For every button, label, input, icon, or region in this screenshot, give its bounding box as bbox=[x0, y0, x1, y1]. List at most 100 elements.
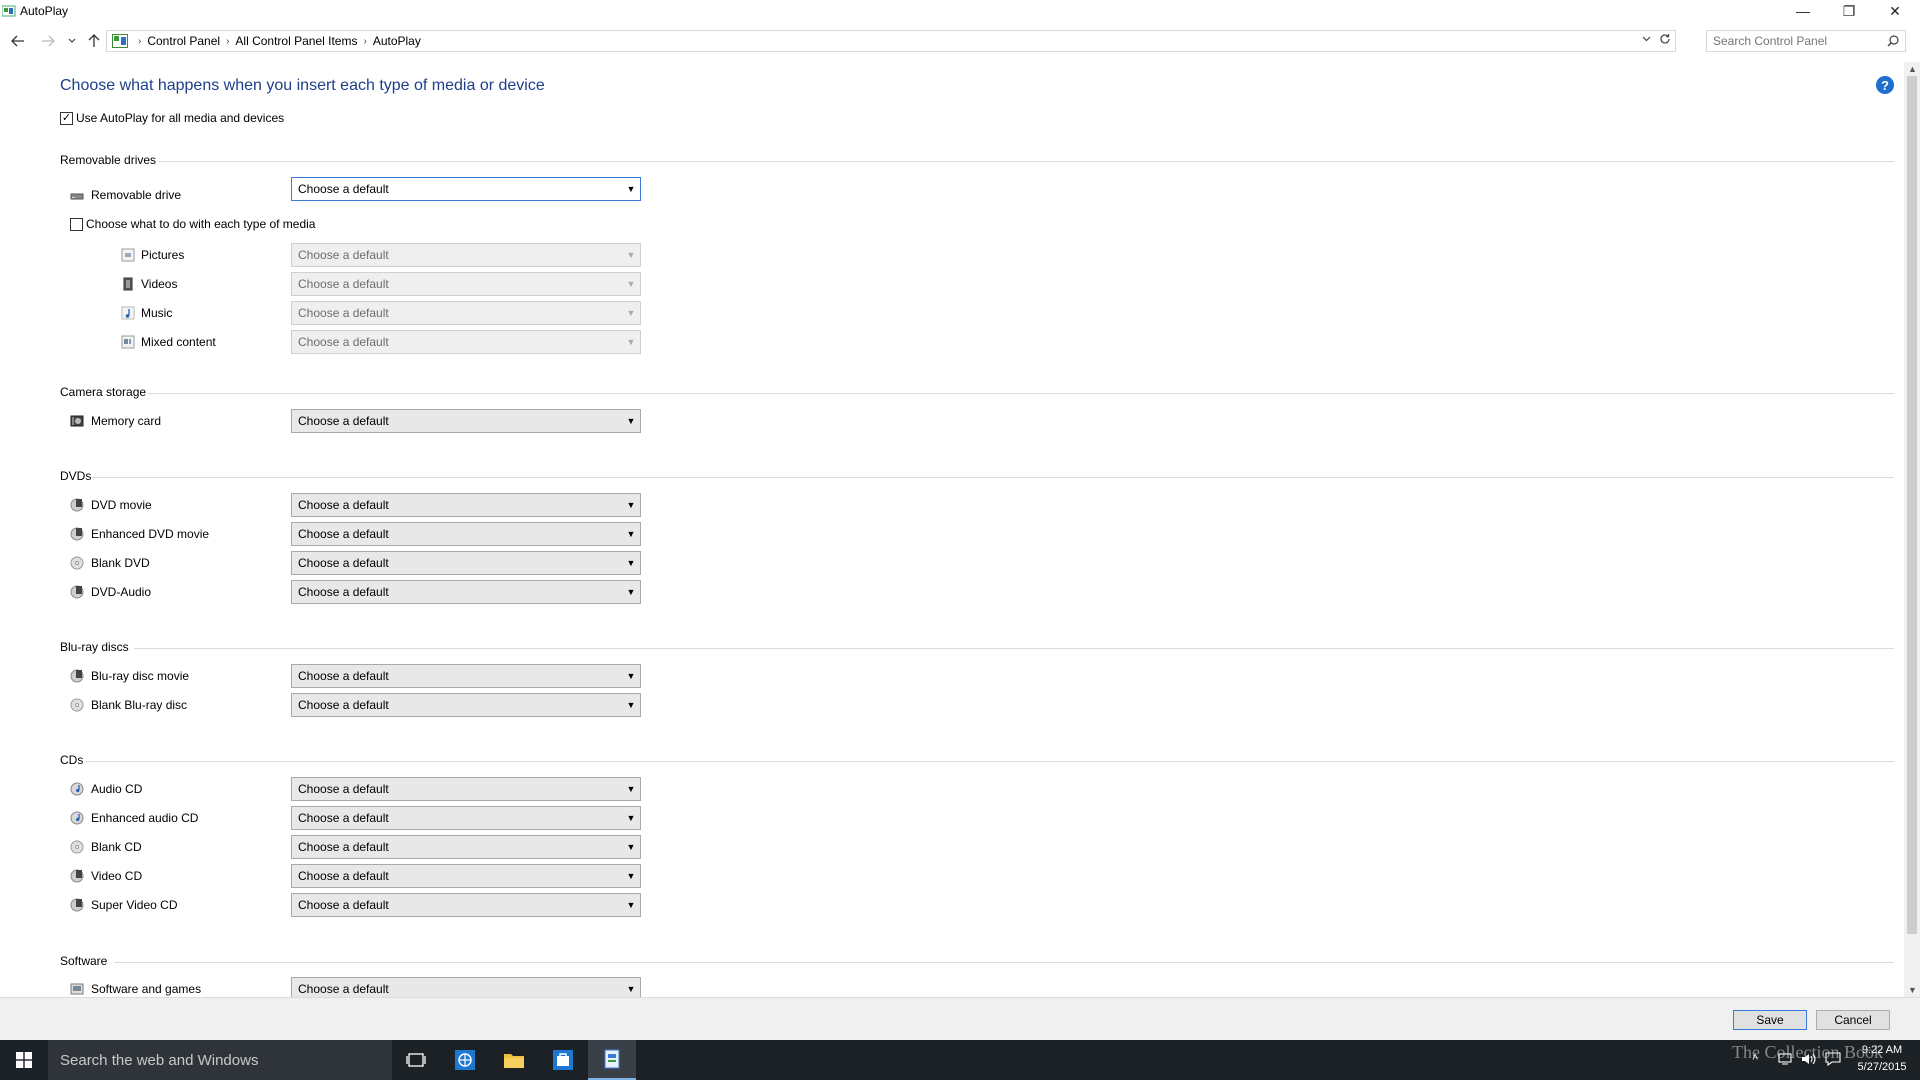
dvd-audio-select[interactable]: Choose a default ▼ bbox=[291, 580, 641, 604]
button-bar: Save Cancel bbox=[0, 997, 1920, 1040]
folder-icon bbox=[504, 1054, 524, 1068]
taskbar-file-explorer[interactable] bbox=[490, 1040, 538, 1080]
address-row: › Control Panel › All Control Panel Item… bbox=[0, 28, 1920, 54]
blank-bluray-label: Blank Blu-ray disc bbox=[91, 698, 188, 712]
up-button[interactable] bbox=[84, 31, 104, 51]
minimize-icon: — bbox=[1796, 3, 1810, 19]
enhanced-audio-cd-label: Enhanced audio CD bbox=[91, 811, 199, 825]
taskbar-control-panel[interactable] bbox=[588, 1040, 636, 1080]
blank-cd-select[interactable]: Choose a default ▼ bbox=[291, 835, 641, 859]
breadcrumb-separator-icon: › bbox=[226, 35, 230, 47]
search-input[interactable] bbox=[1707, 34, 1877, 48]
enhanced-audio-cd-select[interactable]: Choose a default ▼ bbox=[291, 806, 641, 830]
use-autoplay-checkbox[interactable]: ✓ bbox=[60, 112, 73, 125]
start-button[interactable] bbox=[0, 1040, 48, 1080]
title-bar: AutoPlay — ❐ ✕ bbox=[0, 0, 1920, 22]
videos-select[interactable]: Choose a default ▼ bbox=[291, 272, 641, 296]
chevron-down-icon: ▼ bbox=[626, 587, 636, 597]
chevron-down-icon: ▼ bbox=[626, 700, 636, 710]
blank-dvd-select[interactable]: Choose a default ▼ bbox=[291, 551, 641, 575]
dvd-movie-select[interactable]: Choose a default ▼ bbox=[291, 493, 641, 517]
memory-card-select[interactable]: Choose a default ▼ bbox=[291, 409, 641, 433]
address-bar[interactable]: › Control Panel › All Control Panel Item… bbox=[106, 30, 1676, 52]
memory-card-label: Memory card bbox=[91, 414, 162, 428]
taskbar: Search the web and Windows ˄ 9:22 AM 5/2… bbox=[0, 1040, 1920, 1080]
taskbar-browser[interactable] bbox=[441, 1040, 489, 1080]
scroll-down-icon[interactable]: ▼ bbox=[1908, 985, 1917, 995]
select-value: Choose a default bbox=[298, 898, 389, 912]
vertical-scrollbar[interactable]: ▲ ▼ bbox=[1904, 62, 1920, 997]
super-video-cd-select[interactable]: Choose a default ▼ bbox=[291, 893, 641, 917]
breadcrumb-control-panel[interactable]: Control Panel bbox=[143, 34, 224, 48]
music-select[interactable]: Choose a default ▼ bbox=[291, 301, 641, 325]
address-dropdown-icon[interactable] bbox=[1642, 34, 1651, 45]
videos-icon bbox=[123, 277, 133, 291]
chevron-down-icon: ▼ bbox=[626, 184, 636, 194]
help-icon[interactable]: ? bbox=[1876, 76, 1894, 94]
chevron-down-icon: ▼ bbox=[626, 900, 636, 910]
chevron-down-icon: ▼ bbox=[626, 500, 636, 510]
video-cd-select[interactable]: Choose a default ▼ bbox=[291, 864, 641, 888]
breadcrumb-autoplay[interactable]: AutoPlay bbox=[369, 34, 425, 48]
save-button[interactable]: Save bbox=[1733, 1010, 1807, 1030]
section-divider bbox=[86, 761, 1894, 762]
autoplay-window: AutoPlay — ❐ ✕ › Control Panel › All Con bbox=[0, 0, 1920, 1040]
task-view-button[interactable] bbox=[392, 1040, 440, 1080]
search-icon bbox=[1887, 35, 1899, 47]
cancel-button[interactable]: Cancel bbox=[1816, 1010, 1890, 1030]
chevron-down-icon: ▼ bbox=[626, 871, 636, 881]
breadcrumb-all-items[interactable]: All Control Panel Items bbox=[231, 34, 361, 48]
dvd-audio-icon bbox=[70, 585, 84, 599]
restore-button[interactable]: ❐ bbox=[1826, 0, 1872, 22]
close-button[interactable]: ✕ bbox=[1872, 0, 1918, 22]
restore-icon: ❐ bbox=[1842, 2, 1856, 19]
minimize-button[interactable]: — bbox=[1780, 0, 1826, 22]
forward-button[interactable] bbox=[38, 31, 58, 51]
taskbar-store[interactable] bbox=[539, 1040, 587, 1080]
select-value: Choose a default bbox=[298, 277, 389, 291]
audio-cd-icon bbox=[70, 782, 84, 796]
refresh-icon[interactable] bbox=[1659, 33, 1671, 48]
scroll-thumb[interactable] bbox=[1907, 76, 1917, 934]
section-divider bbox=[134, 648, 1894, 649]
select-value: Choose a default bbox=[298, 414, 389, 428]
section-dvds: DVDs bbox=[60, 469, 92, 483]
blank-dvd-icon bbox=[70, 556, 84, 570]
taskbar-search[interactable]: Search the web and Windows bbox=[48, 1040, 392, 1080]
select-value: Choose a default bbox=[298, 306, 389, 320]
software-games-select[interactable]: Choose a default ▼ bbox=[291, 977, 641, 997]
blank-dvd-label: Blank DVD bbox=[91, 556, 150, 570]
chevron-down-icon: ▼ bbox=[626, 416, 636, 426]
blank-cd-icon bbox=[70, 840, 84, 854]
recent-locations-button[interactable] bbox=[62, 31, 82, 51]
audio-cd-select[interactable]: Choose a default ▼ bbox=[291, 777, 641, 801]
select-value: Choose a default bbox=[298, 982, 389, 996]
pictures-icon bbox=[121, 248, 135, 262]
section-software: Software bbox=[60, 954, 108, 968]
software-games-icon bbox=[70, 983, 84, 995]
bluray-movie-select[interactable]: Choose a default ▼ bbox=[291, 664, 641, 688]
removable-drive-select[interactable]: Choose a default ▼ bbox=[291, 177, 641, 201]
scroll-up-icon[interactable]: ▲ bbox=[1908, 64, 1917, 74]
mixed-content-label: Mixed content bbox=[141, 335, 216, 349]
page-title: Choose what happens when you insert each… bbox=[60, 77, 545, 94]
choose-each-media-label: Choose what to do with each type of medi… bbox=[86, 217, 316, 231]
chevron-down-icon bbox=[68, 38, 76, 43]
removable-drive-icon bbox=[70, 193, 84, 200]
videos-label: Videos bbox=[141, 277, 178, 291]
mixed-content-select[interactable]: Choose a default ▼ bbox=[291, 330, 641, 354]
control-panel-icon bbox=[604, 1049, 620, 1069]
enhanced-dvd-movie-select[interactable]: Choose a default ▼ bbox=[291, 522, 641, 546]
back-arrow-icon bbox=[11, 35, 24, 47]
section-bluray-discs: Blu-ray discs bbox=[60, 640, 129, 654]
choose-each-media-checkbox[interactable] bbox=[70, 218, 83, 231]
select-value: Choose a default bbox=[298, 840, 389, 854]
search-control-panel[interactable] bbox=[1706, 30, 1906, 52]
mixed-content-icon bbox=[121, 335, 135, 349]
pictures-label: Pictures bbox=[141, 248, 185, 262]
blank-bluray-select[interactable]: Choose a default ▼ bbox=[291, 693, 641, 717]
pictures-select[interactable]: Choose a default ▼ bbox=[291, 243, 641, 267]
select-value: Choose a default bbox=[298, 811, 389, 825]
chevron-down-icon: ▼ bbox=[626, 279, 636, 289]
back-button[interactable] bbox=[8, 31, 28, 51]
